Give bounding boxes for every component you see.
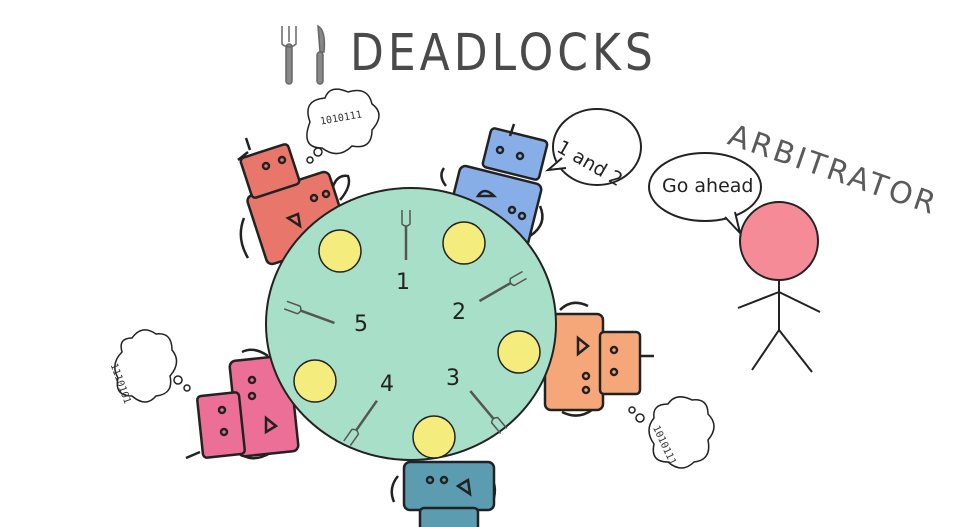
seat-number-5: 5 xyxy=(354,312,368,337)
round-table xyxy=(265,187,557,461)
arbitrator-figure xyxy=(737,201,821,373)
page-title: DEADLOCKS xyxy=(350,24,657,83)
seat-number-2: 2 xyxy=(452,300,466,325)
fork-icon xyxy=(281,26,297,85)
seat-number-3: 3 xyxy=(446,366,460,391)
plate xyxy=(497,330,541,374)
arbitrator-head xyxy=(739,201,819,281)
seat-number-4: 4 xyxy=(380,372,394,397)
seat-number-1: 1 xyxy=(396,270,410,295)
robot-orange xyxy=(543,301,654,417)
robot-teal xyxy=(390,460,497,527)
plate xyxy=(442,221,486,265)
plate xyxy=(318,229,362,273)
knife-icon xyxy=(316,24,326,85)
arbitrator-speech-text: Go ahead xyxy=(662,175,754,197)
thought-bubble-top xyxy=(306,88,380,164)
plate xyxy=(412,415,456,459)
plate xyxy=(293,359,337,403)
